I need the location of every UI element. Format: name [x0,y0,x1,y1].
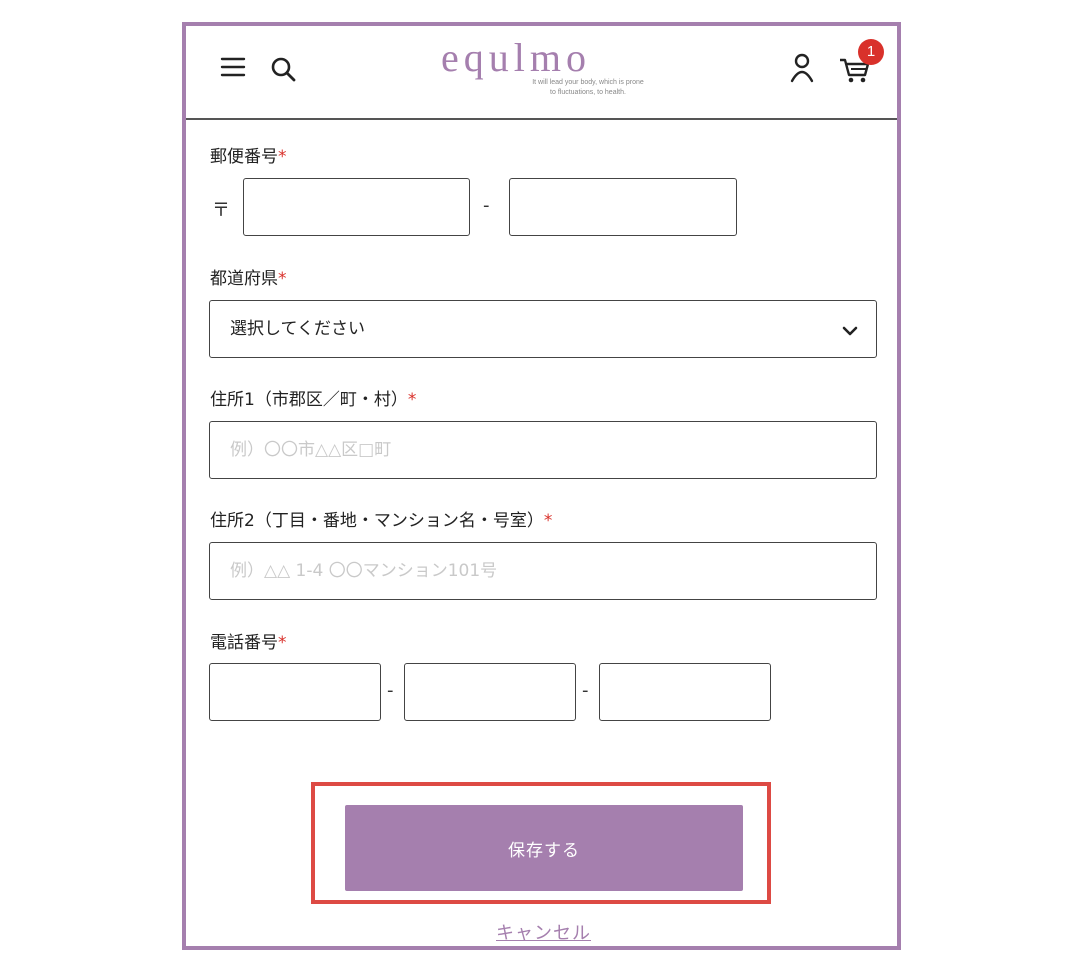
required-mark: * [278,633,287,653]
address1-label: 住所1（市郡区／町・村）* [210,389,416,411]
prefecture-label-text: 都道府県 [210,269,278,289]
phone-third-input[interactable] [599,663,771,721]
address1-label-text: 住所1（市郡区／町・村） [210,390,408,410]
prefecture-selected-value: 選択してください [230,319,365,339]
required-mark: * [543,511,553,531]
postal-code-first-input[interactable] [243,178,470,236]
brand-logo[interactable]: equlmo [441,36,591,80]
save-button-highlight [311,782,771,904]
phone-second-input[interactable] [404,663,576,721]
address2-input[interactable]: 例）△△ 1-4 〇〇マンション101号 [209,542,877,600]
required-mark: * [278,147,287,167]
phone-label-text: 電話番号 [210,633,278,653]
site-header: equlmo It will lead your body, which is … [186,26,897,120]
prefecture-select[interactable]: 選択してください [209,300,877,358]
address2-placeholder: 例）△△ 1-4 〇〇マンション101号 [230,561,498,581]
address1-placeholder: 例）〇〇市△△区□町 [230,440,392,460]
postal-code-second-input[interactable] [509,178,737,236]
tagline-line-2: to fluctuations, to health. [550,89,626,96]
required-mark: * [278,269,287,289]
postal-code-label-text: 郵便番号 [210,147,278,167]
postal-mark: 〒 [212,200,230,221]
postal-code-label: 郵便番号* [210,146,287,168]
address2-label: 住所2（丁目・番地・マンション名・号室）* [210,510,552,532]
phone-separator-1: - [387,680,394,701]
phone-label: 電話番号* [210,632,287,654]
required-mark: * [407,390,417,410]
phone-separator-2: - [582,680,589,701]
tagline-line-1: It will lead your body, which is prone [532,79,644,86]
brand-tagline: It will lead your body, which is prone t… [508,78,668,98]
postal-separator: - [483,195,490,216]
chevron-down-icon [842,321,858,336]
search-icon[interactable] [270,56,296,82]
cart-count-badge: 1 [858,39,884,65]
prefecture-label: 都道府県* [210,268,287,290]
address2-label-text: 住所2（丁目・番地・マンション名・号室） [210,511,544,531]
user-icon[interactable] [790,53,814,83]
phone-first-input[interactable] [209,663,381,721]
menu-icon[interactable] [220,56,246,78]
cancel-link[interactable]: キャンセル [496,919,591,945]
address1-input[interactable]: 例）〇〇市△△区□町 [209,421,877,479]
